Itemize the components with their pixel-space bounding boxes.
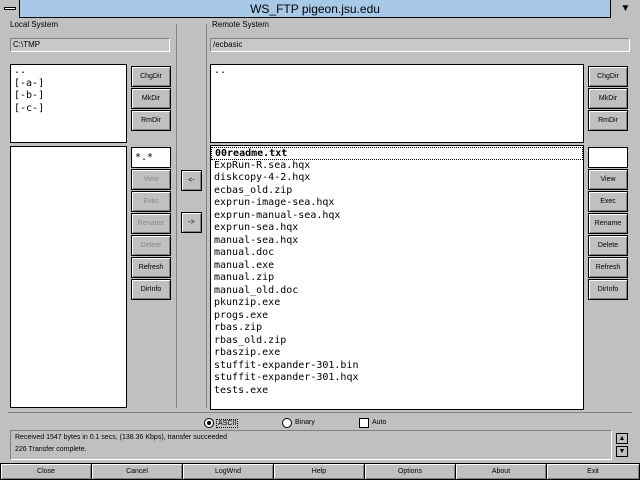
status-scroll-down-icon[interactable]: ▼ xyxy=(616,446,628,457)
remote-path-field[interactable]: /ecbasic xyxy=(210,38,630,52)
status-log: Received 1547 bytes in 0.1 secs, (138.36… xyxy=(10,430,612,460)
remote-file-item[interactable]: 00readme.txt xyxy=(211,147,583,160)
remote-chgdir-button[interactable]: ChgDir xyxy=(588,66,628,87)
options-button[interactable]: Options xyxy=(364,463,456,480)
local-mkdir-button[interactable]: MkDir xyxy=(131,88,171,109)
remote-file-item[interactable]: exprun-manual-sea.hqx xyxy=(211,210,583,223)
title-bar: WS_FTP pigeon.jsu.edu ▼ xyxy=(0,0,640,18)
left-divider xyxy=(176,24,177,408)
auto-checkbox[interactable] xyxy=(359,418,369,428)
ws-ftp-window: WS_FTP pigeon.jsu.edu ▼ Local System C:\… xyxy=(0,0,640,480)
remote-dir-item[interactable]: .. xyxy=(211,65,583,78)
remote-dirinfo-button[interactable]: DirInfo xyxy=(588,279,628,300)
auto-label[interactable]: Auto xyxy=(372,419,386,426)
ascii-radio[interactable] xyxy=(204,418,214,428)
local-dir-item[interactable]: [-a-] xyxy=(11,78,126,91)
local-file-mask-input[interactable]: *.* xyxy=(131,147,171,168)
minimize-button[interactable]: ▼ xyxy=(610,0,640,18)
mode-divider xyxy=(8,412,632,413)
remote-file-item[interactable]: manual-sea.hqx xyxy=(211,235,583,248)
remote-directory-list[interactable]: .. xyxy=(210,64,584,143)
remote-file-item[interactable]: exprun-image-sea.hqx xyxy=(211,197,583,210)
logwnd-button[interactable]: LogWnd xyxy=(182,463,274,480)
window-title: WS_FTP pigeon.jsu.edu xyxy=(250,2,380,16)
remote-rmdir-button[interactable]: RmDir xyxy=(588,110,628,131)
remote-file-item[interactable]: stuffit-expander-301.bin xyxy=(211,360,583,373)
about-button[interactable]: About xyxy=(455,463,547,480)
status-line-2: 226 Transfer complete. xyxy=(15,446,87,453)
close-button[interactable]: Close xyxy=(0,463,92,480)
remote-file-item[interactable]: manual.doc xyxy=(211,247,583,260)
local-system-label: Local System xyxy=(10,20,59,29)
exit-button[interactable]: Exit xyxy=(546,463,640,480)
remote-file-item[interactable]: manual.zip xyxy=(211,272,583,285)
remote-delete-button[interactable]: Delete xyxy=(588,235,628,256)
local-dirinfo-button[interactable]: DirInfo xyxy=(131,279,171,300)
local-chgdir-button[interactable]: ChgDir xyxy=(131,66,171,87)
remote-file-list[interactable]: 00readme.txt ExpRun-R.sea.hqx diskcopy-4-2… xyxy=(210,145,584,410)
right-divider xyxy=(206,24,207,408)
remote-file-item[interactable]: manual_old.doc xyxy=(211,285,583,298)
local-refresh-button[interactable]: Refresh xyxy=(131,257,171,278)
local-path-field[interactable]: C:\TMP xyxy=(10,38,170,52)
transfer-to-remote-button[interactable]: -> xyxy=(181,212,202,233)
remote-file-item[interactable]: rbaszip.exe xyxy=(211,347,583,360)
remote-system-label: Remote System xyxy=(212,20,269,29)
local-rmdir-button[interactable]: RmDir xyxy=(131,110,171,131)
remote-view-button[interactable]: View xyxy=(588,169,628,190)
remote-file-item[interactable]: manual.exe xyxy=(211,260,583,273)
remote-file-item[interactable]: ExpRun-R.sea.hqx xyxy=(211,160,583,173)
remote-file-item[interactable]: progs.exe xyxy=(211,310,583,323)
binary-radio[interactable] xyxy=(282,418,292,428)
remote-file-item[interactable]: tests.exe xyxy=(211,385,583,398)
remote-file-item[interactable]: exprun-sea.hqx xyxy=(211,222,583,235)
ascii-label[interactable]: ASCII xyxy=(216,419,239,428)
status-line-1: Received 1547 bytes in 0.1 secs, (138.36… xyxy=(15,434,228,441)
binary-label[interactable]: Binary xyxy=(295,419,315,426)
local-dir-item[interactable]: [-b-] xyxy=(11,90,126,103)
remote-file-item[interactable]: rbas_old.zip xyxy=(211,335,583,348)
remote-exec-button[interactable]: Exec xyxy=(588,191,628,212)
local-directory-list[interactable]: .. [-a-] [-b-] [-c-] xyxy=(10,64,127,143)
local-view-button[interactable]: View xyxy=(131,169,171,190)
help-button[interactable]: Help xyxy=(273,463,365,480)
cancel-button[interactable]: Cancel xyxy=(91,463,183,480)
remote-file-mask-input[interactable] xyxy=(588,147,628,168)
local-delete-button[interactable]: Delete xyxy=(131,235,171,256)
remote-file-item[interactable]: diskcopy-4-2.hqx xyxy=(211,172,583,185)
remote-file-item[interactable]: rbas.zip xyxy=(211,322,583,335)
remote-refresh-button[interactable]: Refresh xyxy=(588,257,628,278)
status-scroll-up-icon[interactable]: ▲ xyxy=(616,433,628,444)
transfer-to-local-button[interactable]: <- xyxy=(181,170,202,191)
remote-file-item[interactable]: ecbas_old.zip xyxy=(211,185,583,198)
remote-mkdir-button[interactable]: MkDir xyxy=(588,88,628,109)
local-dir-item[interactable]: [-c-] xyxy=(11,103,126,116)
remote-rename-button[interactable]: Rename xyxy=(588,213,628,234)
remote-file-item[interactable]: pkunzip.exe xyxy=(211,297,583,310)
local-exec-button[interactable]: Exec xyxy=(131,191,171,212)
local-dir-item[interactable]: .. xyxy=(11,65,126,78)
remote-file-item[interactable]: stuffit-expander-301.hqx xyxy=(211,372,583,385)
system-menu-icon[interactable] xyxy=(0,0,20,18)
local-rename-button[interactable]: Rename xyxy=(131,213,171,234)
local-file-list[interactable] xyxy=(10,146,127,408)
